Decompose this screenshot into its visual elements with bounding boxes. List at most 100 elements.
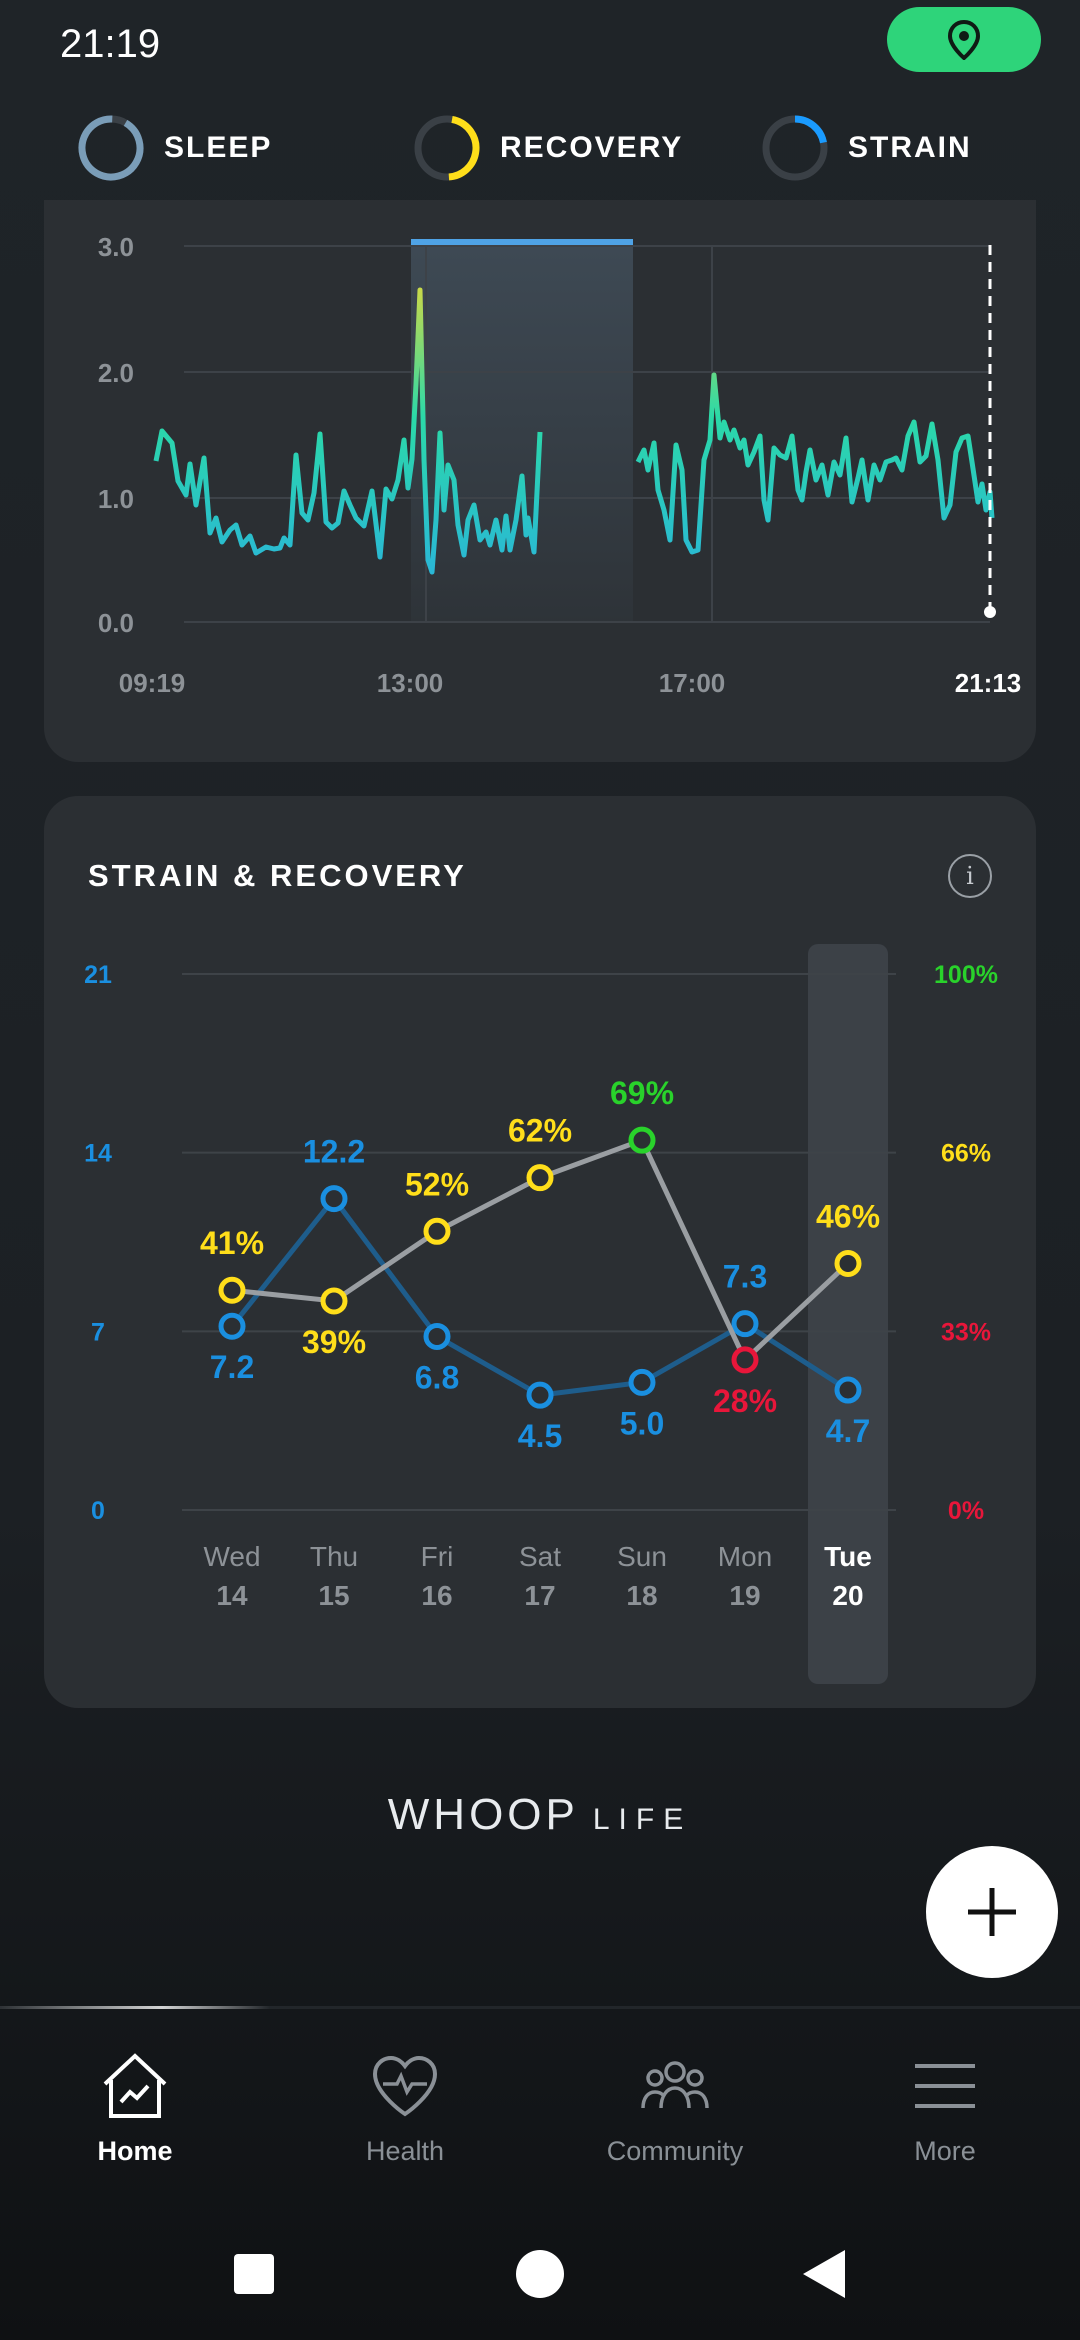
- heart-pulse-icon: [372, 2055, 438, 2117]
- day-label: Wed: [203, 1541, 260, 1572]
- date-label: 14: [216, 1580, 248, 1611]
- tab-label: SLEEP: [164, 131, 273, 164]
- day-label: Thu: [310, 1541, 358, 1572]
- recovery-axis: 100% 66% 33% 0%: [934, 961, 998, 1525]
- y-tick-label: 0.0: [98, 608, 134, 638]
- day-label: Fri: [421, 1541, 454, 1572]
- recovery-axis-label: 33%: [941, 1318, 991, 1346]
- plus-icon: [968, 1888, 1016, 1936]
- x-tick-label: 09:19: [119, 668, 186, 698]
- strain-point[interactable]: [320, 1185, 348, 1213]
- strain-recovery-chart[interactable]: 21 14 7 0 100% 66% 33% 0% Wed 14 Thu 15 Fri 16 Sat 17…: [44, 796, 1036, 1708]
- recovery-value-label: 52%: [405, 1166, 469, 1202]
- sleep-ring-icon: [78, 115, 144, 181]
- add-button[interactable]: [926, 1846, 1058, 1978]
- home-button[interactable]: [516, 2250, 564, 2298]
- selected-range: [411, 242, 633, 622]
- strain-axis-label: 14: [84, 1140, 112, 1168]
- recents-button[interactable]: [234, 2254, 274, 2294]
- y-tick-label: 2.0: [98, 358, 134, 388]
- home-icon: [103, 2053, 167, 2118]
- recovery-value-label: 28%: [713, 1383, 777, 1419]
- y-tick-label: 3.0: [98, 232, 134, 262]
- nav-health[interactable]: Health: [270, 2050, 540, 2167]
- strain-timeline-card: 3.0 2.0 1.0 0.0 09:19 13:00 17:00 21:13: [44, 200, 1036, 762]
- recovery-point[interactable]: [320, 1287, 348, 1315]
- strain-axis-label: 7: [91, 1318, 105, 1346]
- current-time-dot: [984, 606, 996, 618]
- metric-tabs: SLEEP RECOVERY STRAIN: [0, 110, 1080, 186]
- recovery-axis-label: 0%: [948, 1497, 984, 1525]
- nav-label: More: [914, 2136, 976, 2166]
- day-label: Sat: [519, 1541, 561, 1572]
- recovery-axis-label: 100%: [934, 961, 998, 989]
- recovery-series: 41% 39% 52% 62% 69% 28% 46%: [200, 1075, 880, 1419]
- tab-sleep[interactable]: SLEEP: [76, 110, 272, 186]
- tab-recovery[interactable]: RECOVERY: [412, 110, 683, 186]
- people-icon: [641, 2061, 709, 2109]
- recovery-point[interactable]: [526, 1164, 554, 1192]
- recovery-axis-label: 66%: [941, 1140, 991, 1168]
- strain-axis-label: 21: [84, 961, 112, 989]
- location-indicator[interactable]: [887, 7, 1041, 72]
- nav-label: Community: [606, 2136, 744, 2166]
- nav-label: Health: [365, 2136, 445, 2166]
- x-axis: 09:19 13:00 17:00 21:13: [119, 668, 1022, 698]
- strain-point[interactable]: [834, 1376, 862, 1404]
- recovery-ring-icon: [414, 115, 480, 181]
- strain-value-label: 7.3: [723, 1259, 767, 1295]
- date-label: 19: [729, 1580, 760, 1611]
- day-label: Mon: [718, 1541, 772, 1572]
- recovery-point[interactable]: [731, 1346, 759, 1374]
- strain-axis: 21 14 7 0: [84, 961, 112, 1525]
- y-axis: 3.0 2.0 1.0 0.0: [98, 232, 134, 638]
- strain-point[interactable]: [731, 1310, 759, 1338]
- strain-axis-label: 0: [91, 1497, 105, 1525]
- strain-value-label: 4.5: [518, 1418, 562, 1454]
- y-tick-label: 1.0: [98, 484, 134, 514]
- nav-community[interactable]: Community: [540, 2050, 810, 2167]
- brand-logo: WHOOP LIFE: [0, 1790, 1080, 1840]
- recovery-point[interactable]: [423, 1217, 451, 1245]
- x-tick-label: 17:00: [659, 668, 726, 698]
- strain-recovery-card: STRAIN & RECOVERY i 21 14 7 0 100% 66% 33% 0% …: [44, 796, 1036, 1708]
- x-tick-label: 21:13: [955, 668, 1022, 698]
- brand-suffix: LIFE: [592, 1803, 693, 1836]
- nav-home[interactable]: Home: [0, 2050, 270, 2167]
- system-nav-bar: [0, 2200, 1080, 2340]
- date-label: 20: [832, 1580, 863, 1611]
- day-label: Sun: [617, 1541, 667, 1572]
- location-pin-icon: [947, 19, 981, 60]
- strain-point[interactable]: [526, 1381, 554, 1409]
- recovery-point[interactable]: [628, 1126, 656, 1154]
- day-axis: Wed 14 Thu 15 Fri 16 Sat 17 Sun 18 Mon 19 Tue 20: [203, 1541, 871, 1611]
- status-time: 21:19: [60, 22, 161, 66]
- recovery-point[interactable]: [834, 1249, 862, 1277]
- tab-label: RECOVERY: [500, 131, 684, 164]
- recovery-point[interactable]: [218, 1276, 246, 1304]
- selected-day-highlight: [808, 944, 888, 1684]
- strain-point[interactable]: [628, 1368, 656, 1396]
- recovery-value-label: 46%: [816, 1198, 880, 1234]
- tab-strain[interactable]: STRAIN: [760, 110, 972, 186]
- recovery-value-label: 41%: [200, 1225, 264, 1261]
- recovery-value-label: 69%: [610, 1075, 674, 1111]
- nav-label: Home: [97, 2136, 173, 2166]
- date-label: 15: [318, 1580, 349, 1611]
- strain-point[interactable]: [423, 1322, 451, 1350]
- strain-ring-icon: [762, 115, 828, 181]
- strain-value-label: 12.2: [303, 1134, 365, 1170]
- menu-icon: [915, 2064, 975, 2108]
- strain-value-label: 5.0: [620, 1405, 664, 1441]
- selected-range-bar: [411, 239, 633, 245]
- date-label: 18: [626, 1580, 657, 1611]
- nav-more[interactable]: More: [810, 2050, 1080, 2167]
- strain-value-label: 4.7: [826, 1413, 870, 1449]
- tab-label: STRAIN: [848, 131, 972, 164]
- strain-timeline-chart[interactable]: 3.0 2.0 1.0 0.0 09:19 13:00 17:00 21:13: [44, 200, 1036, 762]
- strain-point[interactable]: [218, 1312, 246, 1340]
- x-tick-label: 13:00: [377, 668, 444, 698]
- back-button[interactable]: [803, 2250, 845, 2298]
- recovery-value-label: 39%: [302, 1324, 366, 1360]
- brand-wordmark: WHOOP: [387, 1790, 579, 1839]
